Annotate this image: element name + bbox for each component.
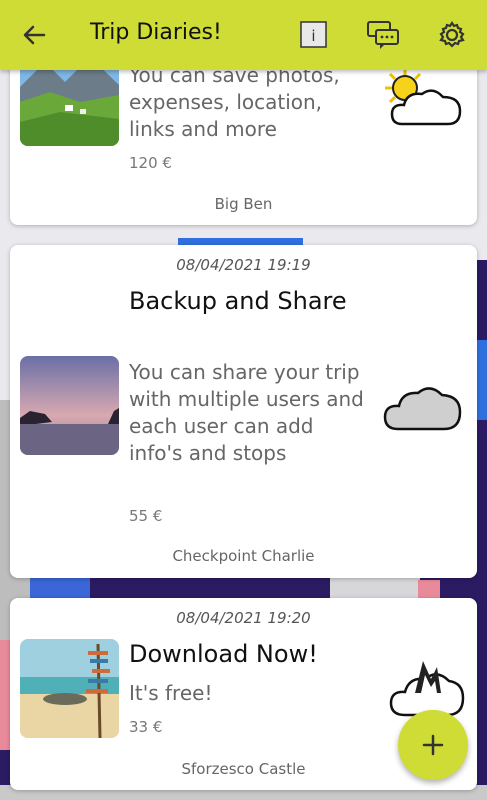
sun-cloud-icon	[380, 66, 465, 135]
trip-place: Checkpoint Charlie	[172, 547, 315, 565]
trip-description: It's free!	[129, 681, 213, 705]
trip-price: 55 €	[129, 507, 163, 525]
app-bar: Trip Diaries! i	[0, 0, 487, 70]
trip-price: 33 €	[129, 718, 163, 736]
trip-thumbnail	[20, 639, 119, 738]
trip-date: 08/04/2021 19:20	[176, 609, 311, 627]
arrow-left-icon[interactable]	[20, 20, 50, 50]
trip-place: Big Ben	[214, 195, 273, 213]
info-icon[interactable]: i	[300, 21, 327, 48]
svg-text:i: i	[311, 27, 315, 45]
plus-icon	[422, 734, 444, 756]
trip-list: You can save photos, expenses, location,…	[0, 0, 487, 800]
trip-date: 08/04/2021 19:19	[176, 256, 311, 274]
trip-title: Download Now!	[129, 640, 318, 668]
chat-icon[interactable]	[366, 20, 400, 50]
add-trip-button[interactable]	[398, 710, 468, 780]
gear-icon[interactable]	[437, 20, 467, 50]
trip-description: You can share your trip with multiple us…	[129, 360, 364, 465]
trip-description: You can save photos, expenses, location,…	[129, 63, 340, 141]
trip-thumbnail	[20, 356, 119, 455]
trip-card[interactable]: 08/04/2021 19:19 Backup and Share You ca…	[10, 245, 477, 578]
trip-price: 120 €	[129, 154, 172, 172]
cloud-icon	[380, 375, 465, 439]
trip-title: Backup and Share	[129, 287, 347, 315]
page-title: Trip Diaries!	[90, 20, 222, 45]
